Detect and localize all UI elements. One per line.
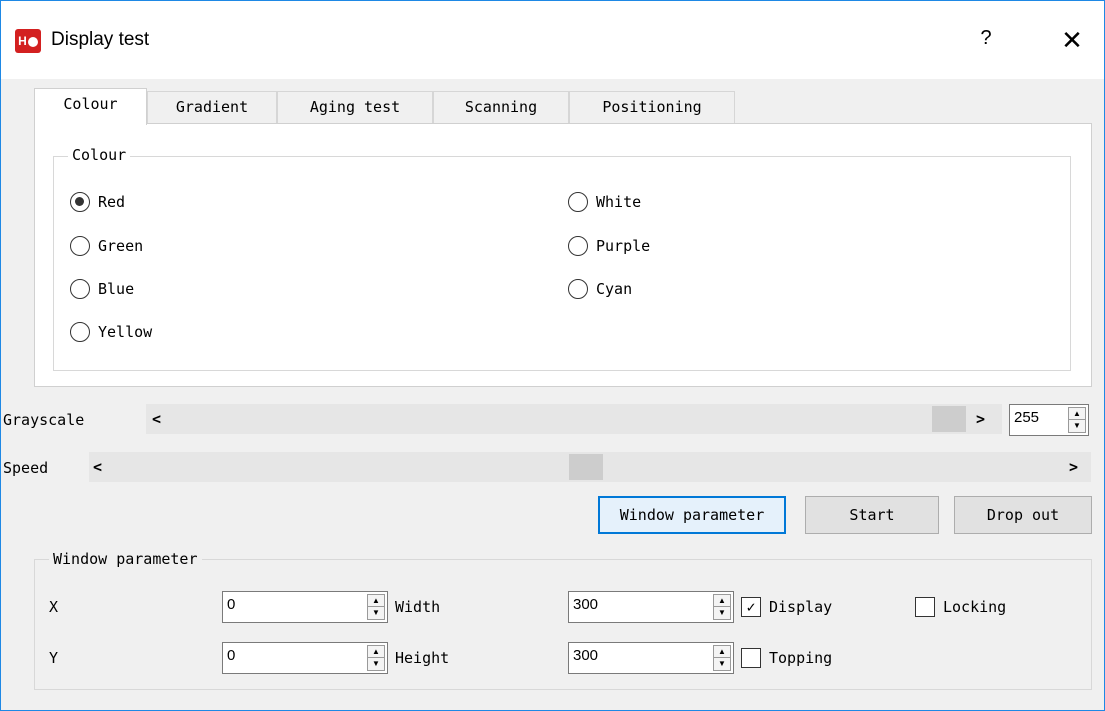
topping-label: Topping bbox=[769, 649, 833, 667]
radio-white-indicator bbox=[568, 192, 588, 212]
speed-slider[interactable]: < > bbox=[89, 452, 1091, 482]
radio-green-indicator bbox=[70, 236, 90, 256]
display-check-icon: ✓ bbox=[741, 597, 761, 617]
radio-yellow[interactable]: Yellow bbox=[70, 320, 152, 344]
spin-down-icon[interactable]: ▼ bbox=[1069, 420, 1085, 432]
spin-up-icon[interactable]: ▲ bbox=[1069, 408, 1085, 420]
speed-right-arrow[interactable]: > bbox=[1069, 458, 1078, 476]
width-label: Width bbox=[395, 598, 441, 616]
height-spinbox[interactable]: 300 ▲ ▼ bbox=[568, 642, 734, 674]
grayscale-slider-thumb[interactable] bbox=[932, 406, 966, 432]
y-spin-buttons[interactable]: ▲ ▼ bbox=[367, 645, 385, 671]
radio-cyan[interactable]: Cyan bbox=[568, 277, 632, 301]
spin-down-icon[interactable]: ▼ bbox=[368, 658, 384, 670]
grayscale-spinbox[interactable]: 255 ▲ ▼ bbox=[1009, 404, 1089, 436]
spin-up-icon[interactable]: ▲ bbox=[714, 595, 730, 607]
speed-left-arrow[interactable]: < bbox=[93, 458, 102, 476]
display-checkbox[interactable]: ✓ Display bbox=[741, 595, 832, 619]
colour-group-legend: Colour bbox=[68, 146, 131, 164]
topping-box-icon bbox=[741, 648, 761, 668]
spin-up-icon[interactable]: ▲ bbox=[368, 646, 384, 658]
colour-groupbox: Colour Red Green Blue Yellow White Purpl… bbox=[53, 146, 1071, 371]
radio-cyan-indicator bbox=[568, 279, 588, 299]
tab-scanning[interactable]: Scanning bbox=[433, 91, 569, 123]
locking-label: Locking bbox=[943, 598, 1007, 616]
display-label: Display bbox=[769, 598, 833, 616]
y-value[interactable]: 0 bbox=[227, 647, 235, 664]
radio-green[interactable]: Green bbox=[70, 234, 143, 258]
colour-tab-panel: Colour Red Green Blue Yellow White Purpl… bbox=[34, 123, 1092, 387]
window-title: Display test bbox=[51, 29, 150, 50]
spin-down-icon[interactable]: ▼ bbox=[714, 607, 730, 619]
start-button[interactable]: Start bbox=[805, 496, 939, 534]
x-label: X bbox=[49, 598, 59, 616]
grayscale-spin-buttons[interactable]: ▲ ▼ bbox=[1068, 407, 1086, 433]
window-parameter-groupbox: Window parameter X 0 ▲ ▼ Width 300 ▲ ▼ ✓… bbox=[34, 550, 1092, 690]
radio-green-label: Green bbox=[98, 237, 144, 255]
grayscale-slider[interactable]: < > bbox=[146, 404, 1002, 434]
tab-colour[interactable]: Colour bbox=[34, 88, 147, 125]
app-logo-icon: H bbox=[15, 29, 41, 53]
radio-blue-indicator bbox=[70, 279, 90, 299]
window-parameter-legend: Window parameter bbox=[49, 550, 202, 568]
x-spin-buttons[interactable]: ▲ ▼ bbox=[367, 594, 385, 620]
height-spin-buttons[interactable]: ▲ ▼ bbox=[713, 645, 731, 671]
radio-blue[interactable]: Blue bbox=[70, 277, 134, 301]
width-value[interactable]: 300 bbox=[573, 596, 598, 613]
spin-down-icon[interactable]: ▼ bbox=[714, 658, 730, 670]
radio-white-label: White bbox=[596, 193, 642, 211]
width-spinbox[interactable]: 300 ▲ ▼ bbox=[568, 591, 734, 623]
display-test-window: H Display test ? ✕ Colour Gradient Aging… bbox=[0, 0, 1105, 711]
drop-out-button[interactable]: Drop out bbox=[954, 496, 1092, 534]
radio-red-indicator bbox=[70, 192, 90, 212]
height-value[interactable]: 300 bbox=[573, 647, 598, 664]
close-button[interactable]: ✕ bbox=[1055, 25, 1089, 57]
topping-checkbox[interactable]: Topping bbox=[741, 646, 832, 670]
radio-red-label: Red bbox=[98, 193, 126, 211]
radio-yellow-label: Yellow bbox=[98, 323, 153, 341]
y-label: Y bbox=[49, 649, 59, 667]
radio-white[interactable]: White bbox=[568, 190, 641, 214]
spin-down-icon[interactable]: ▼ bbox=[368, 607, 384, 619]
radio-purple[interactable]: Purple bbox=[568, 234, 650, 258]
grayscale-label: Grayscale bbox=[3, 411, 85, 429]
window-parameter-button[interactable]: Window parameter bbox=[598, 496, 786, 534]
tab-gradient[interactable]: Gradient bbox=[147, 91, 277, 123]
grayscale-left-arrow[interactable]: < bbox=[152, 410, 161, 428]
width-spin-buttons[interactable]: ▲ ▼ bbox=[713, 594, 731, 620]
height-label: Height bbox=[395, 649, 450, 667]
y-spinbox[interactable]: 0 ▲ ▼ bbox=[222, 642, 388, 674]
tab-positioning[interactable]: Positioning bbox=[569, 91, 735, 123]
speed-slider-thumb[interactable] bbox=[569, 454, 603, 480]
grayscale-right-arrow[interactable]: > bbox=[976, 410, 985, 428]
radio-purple-label: Purple bbox=[596, 237, 651, 255]
radio-red[interactable]: Red bbox=[70, 190, 125, 214]
spin-up-icon[interactable]: ▲ bbox=[368, 595, 384, 607]
x-spinbox[interactable]: 0 ▲ ▼ bbox=[222, 591, 388, 623]
radio-yellow-indicator bbox=[70, 322, 90, 342]
x-value[interactable]: 0 bbox=[227, 596, 235, 613]
radio-cyan-label: Cyan bbox=[596, 280, 633, 298]
locking-checkbox[interactable]: Locking bbox=[915, 595, 1006, 619]
help-button[interactable]: ? bbox=[971, 27, 1001, 55]
locking-box-icon bbox=[915, 597, 935, 617]
radio-purple-indicator bbox=[568, 236, 588, 256]
radio-blue-label: Blue bbox=[98, 280, 135, 298]
spin-up-icon[interactable]: ▲ bbox=[714, 646, 730, 658]
speed-label: Speed bbox=[3, 459, 49, 477]
title-bar: H Display test ? ✕ bbox=[1, 1, 1104, 79]
grayscale-value[interactable]: 255 bbox=[1014, 409, 1039, 426]
tab-aging-test[interactable]: Aging test bbox=[277, 91, 433, 123]
